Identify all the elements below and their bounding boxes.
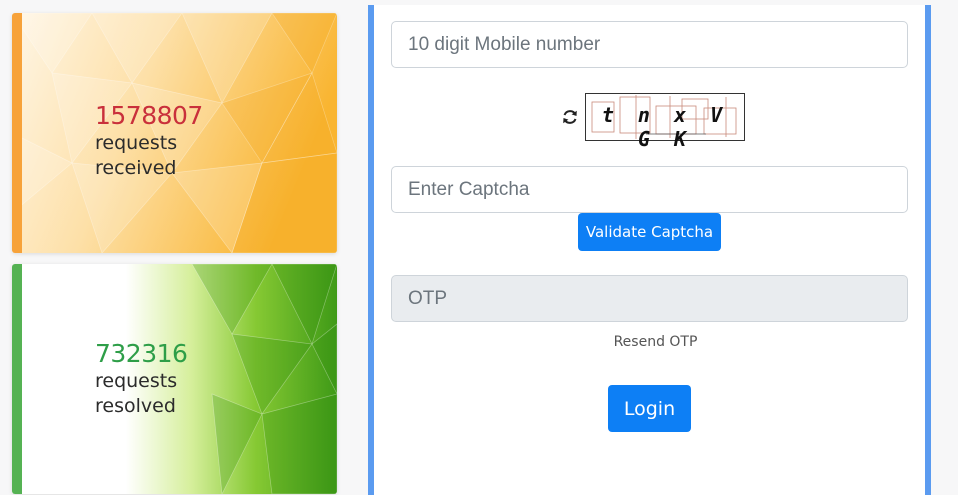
green-accent-strip — [12, 264, 22, 494]
received-label-line1: requests — [95, 132, 178, 154]
captcha-input[interactable] — [391, 166, 908, 213]
received-count: 1578807 — [95, 101, 203, 130]
received-stat-text: 1578807 requests received — [95, 101, 203, 181]
mobile-number-input[interactable] — [391, 21, 908, 68]
requests-resolved-card: 732316 requests resolved — [12, 264, 337, 494]
login-panel: t n x V G K Validate Captcha Resend OTP … — [368, 5, 931, 495]
login-button[interactable]: Login — [608, 385, 691, 432]
resolved-stat-text: 732316 requests resolved — [95, 339, 188, 419]
otp-input[interactable] — [391, 275, 908, 322]
resolved-label-line2: resolved — [95, 395, 176, 417]
captcha-text: t n x V G K — [601, 103, 729, 151]
refresh-icon[interactable] — [560, 107, 580, 127]
validate-captcha-button[interactable]: Validate Captcha — [578, 213, 721, 251]
received-label-line2: received — [95, 157, 177, 179]
resolved-count: 732316 — [95, 339, 188, 368]
resolved-label-line1: requests — [95, 370, 178, 392]
orange-accent-strip — [12, 13, 22, 253]
captcha-image: t n x V G K — [585, 93, 745, 151]
captcha-row: t n x V G K — [560, 92, 745, 151]
requests-received-card: 1578807 requests received — [12, 13, 337, 253]
resend-otp-link[interactable]: Resend OTP — [374, 334, 937, 350]
